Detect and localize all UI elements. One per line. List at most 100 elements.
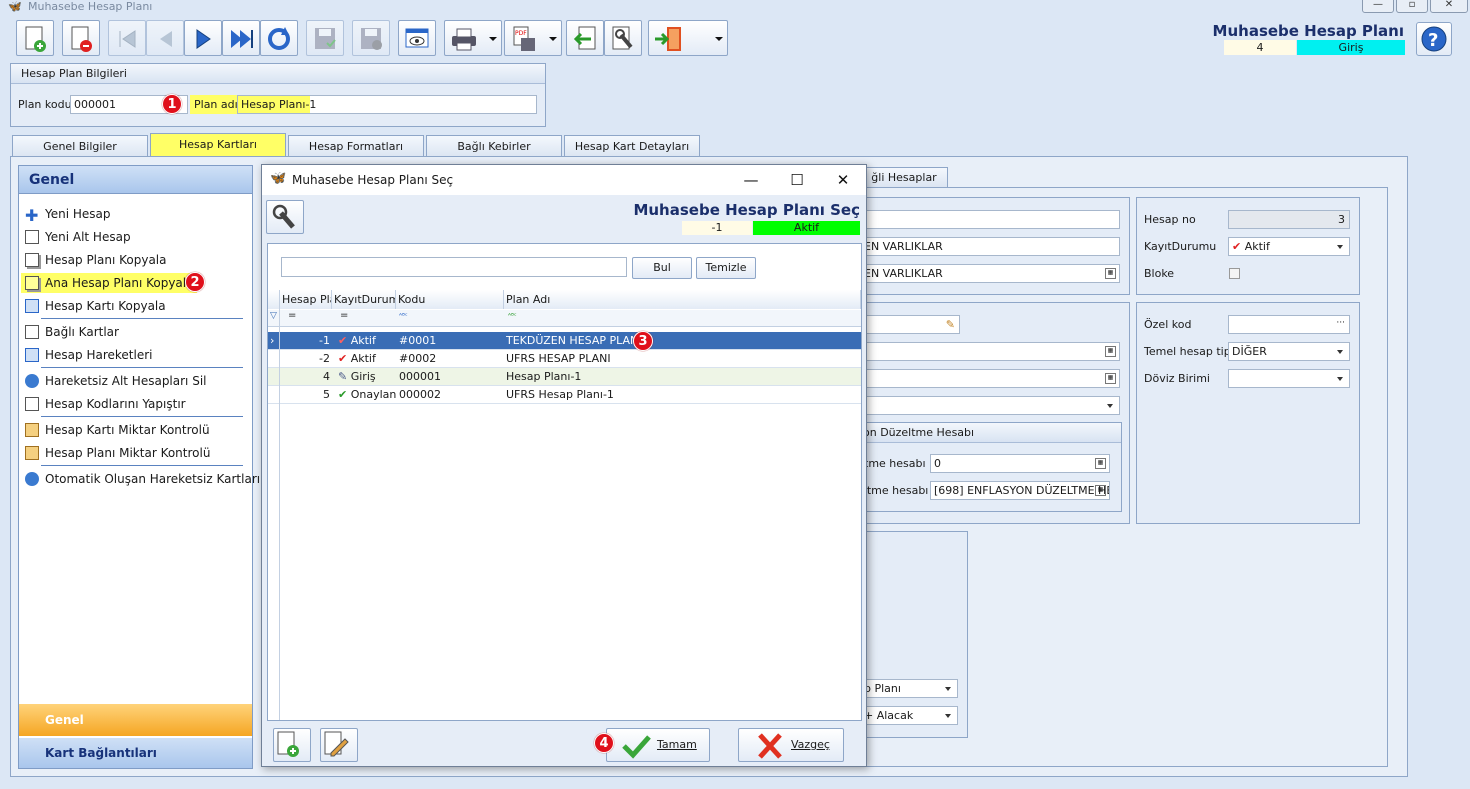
dialog-close-button[interactable]: ✕ (828, 169, 858, 191)
tag-icon[interactable]: ✎ (946, 316, 955, 333)
filter-icon[interactable]: ▽ (270, 311, 277, 321)
plan-adi-field[interactable]: Hesap Planı-1 (237, 95, 537, 114)
last-record-button[interactable] (222, 20, 260, 56)
new-record-button[interactable] (16, 20, 54, 56)
check-red-icon: ✔ (1232, 240, 1242, 253)
action-otomatik-hareketsiz-kartlari-sil[interactable]: Otomatik Oluşan Hareketsiz Kartları Sil (25, 469, 278, 489)
delete-record-button[interactable] (62, 20, 100, 56)
hesap-no-label: Hesap no (1144, 213, 1196, 226)
table-row[interactable]: -2 ✔ Aktif #0002 UFRS HESAP PLANI (268, 350, 861, 368)
table-row[interactable]: 4 ✎ Giriş 000001 Hesap Planı-1 (268, 368, 861, 386)
pdf-export-dropdown-button[interactable]: PDF (504, 20, 562, 56)
temizle-button[interactable]: Temizle (696, 257, 756, 279)
tab-bagli-kebirler[interactable]: Bağlı Kebirler (426, 135, 562, 157)
balance-combo-1[interactable]: p Planı (860, 679, 958, 698)
dialog-tools-button[interactable] (266, 200, 304, 234)
tools-button[interactable] (604, 20, 642, 56)
action-hesap-karti-kopyala[interactable]: Hesap Kartı Kopyala (25, 296, 166, 316)
filter-equals-icon[interactable]: = (340, 310, 348, 321)
account-code-field[interactable] (860, 210, 1120, 229)
dialog-edit-button[interactable] (320, 728, 358, 762)
help-button[interactable]: ? (1416, 22, 1452, 56)
exit-dropdown-button[interactable] (648, 20, 728, 56)
tab-bagli-hesaplar[interactable]: ğli Hesaplar (860, 167, 948, 187)
kayit-durumu-combo[interactable]: ✔ Aktif (1228, 237, 1350, 256)
grid-search-input[interactable] (281, 257, 627, 277)
ellipsis-icon[interactable]: ··· (1336, 316, 1345, 332)
previous-record-button[interactable] (146, 20, 184, 56)
action-yeni-hesap[interactable]: ✚ Yeni Hesap (25, 204, 111, 224)
save-button[interactable] (306, 20, 344, 56)
minimize-button[interactable]: — (1362, 0, 1394, 13)
left-action-panel: Genel ✚ Yeni Hesap Yeni Alt Hesap Hesap P… (18, 165, 278, 769)
maximize-button[interactable]: ▫ (1396, 0, 1428, 13)
import-arrow-icon (573, 26, 596, 50)
close-button[interactable]: ✕ (1430, 0, 1468, 13)
action-label: Hesap Planı Miktar Kontrolü (45, 446, 211, 460)
filter-equals-icon[interactable]: = (288, 310, 296, 321)
nav-genel-button[interactable]: Genel (19, 704, 252, 736)
col-header-kayit-durumu[interactable]: KayıtDurumu (332, 290, 396, 309)
detail-field-3[interactable]: ▦ (860, 369, 1120, 388)
ozel-kod-field[interactable]: ··· (1228, 315, 1350, 334)
lookup-icon[interactable]: ▦ (1105, 373, 1116, 384)
detail-field-2[interactable]: ▦ (860, 342, 1120, 361)
action-hesap-plani-miktar-kontrolu[interactable]: Hesap Planı Miktar Kontrolü (25, 443, 210, 463)
svg-text:PDF: PDF (515, 30, 527, 37)
cell-hesap-plan: 5 (323, 388, 330, 401)
lookup-icon[interactable]: ▦ (1095, 458, 1106, 469)
bloke-checkbox[interactable] (1229, 268, 1240, 279)
action-hesap-karti-miktar-kontrolu[interactable]: Hesap Kartı Miktar Kontrolü (25, 420, 210, 440)
dialog-minimize-button[interactable]: — (736, 169, 766, 191)
tab-genel-bilgiler[interactable]: Genel Bilgiler (12, 135, 148, 157)
lookup-icon[interactable]: ▦ (1105, 268, 1116, 279)
filter-text-icon[interactable]: ᴬᴮᶜ (399, 312, 408, 320)
action-hesap-kodlarini-yapistir[interactable]: Hesap Kodlarını Yapıştır (25, 394, 186, 414)
action-hesap-plani-kopyala[interactable]: Hesap Planı Kopyala (25, 250, 167, 270)
previous-icon (160, 31, 172, 47)
next-record-button[interactable] (184, 20, 222, 56)
col-header-hesap-plan[interactable]: Hesap Pla (280, 290, 332, 309)
action-yeni-alt-hesap[interactable]: Yeni Alt Hesap (25, 227, 131, 247)
print-dropdown-button[interactable] (444, 20, 502, 56)
detail-combo-4[interactable] (860, 396, 1120, 415)
nav-kart-baglantilari-button[interactable]: Kart Bağlantıları (19, 738, 252, 768)
table-row[interactable]: 5 ✔ Onaylanı 000002 UFRS Hesap Planı-1 (268, 386, 861, 404)
tab-hesap-kartlari[interactable]: Hesap Kartları (150, 133, 286, 157)
refresh-button[interactable] (260, 20, 298, 56)
detail-field-1[interactable]: ✎ (860, 315, 960, 334)
doviz-birimi-combo[interactable] (1228, 369, 1350, 388)
account-name-2-field[interactable]: EN VARLIKLAR ▦ (860, 264, 1120, 283)
preview-button[interactable] (398, 20, 436, 56)
action-label: Hesap Planı Kopyala (45, 253, 167, 267)
filter-contains-icon[interactable]: ᴬᴮᶜ (508, 312, 517, 320)
first-record-button[interactable] (108, 20, 146, 56)
bul-button[interactable]: Bul (632, 257, 692, 279)
enf-field-2[interactable]: [698] ENFLASYON DÜZELTME HES ▦ (930, 481, 1110, 500)
lookup-icon[interactable]: ▦ (1095, 485, 1106, 496)
action-bagli-kartlar[interactable]: Bağlı Kartlar (25, 322, 119, 342)
vazgec-button[interactable]: Vazgeç (738, 728, 844, 762)
lookup-icon[interactable]: ▦ (1105, 346, 1116, 357)
tab-hesap-formatlari[interactable]: Hesap Formatları (288, 135, 424, 157)
dialog-new-button[interactable] (273, 728, 311, 762)
action-hareketsiz-alt-hesaplari-sil[interactable]: Hareketsiz Alt Hesapları Sil (25, 371, 206, 391)
cancel-save-button[interactable] (352, 20, 390, 56)
separator (41, 416, 243, 417)
action-hesap-hareketleri[interactable]: Hesap Hareketleri (25, 345, 152, 365)
enf-field-1[interactable]: 0 ▦ (930, 454, 1110, 473)
import-button[interactable] (566, 20, 604, 56)
tab-hesap-kart-detaylari[interactable]: Hesap Kart Detayları (564, 135, 700, 157)
temel-hesap-tipi-combo[interactable]: DİĞER (1228, 342, 1350, 361)
separator (41, 367, 243, 368)
account-name-field[interactable]: EN VARLIKLAR (860, 237, 1120, 256)
col-header-kodu[interactable]: Kodu (396, 290, 504, 309)
dialog-maximize-button[interactable]: ☐ (782, 169, 812, 191)
tamam-button[interactable]: Tamam (606, 728, 710, 762)
balance-combo-2[interactable]: + Alacak (860, 706, 958, 725)
action-ana-hesap-plani-kopyala[interactable]: Ana Hesap Planı Kopyala (21, 273, 198, 293)
plan-adi-label: Plan adı (190, 95, 242, 114)
table-row[interactable]: › -1 ✔ Aktif #0001 TEKDÜZEN HESAP PLANI (268, 332, 861, 350)
col-header-plan-adi[interactable]: Plan Adı (504, 290, 861, 309)
next-icon (196, 29, 211, 49)
